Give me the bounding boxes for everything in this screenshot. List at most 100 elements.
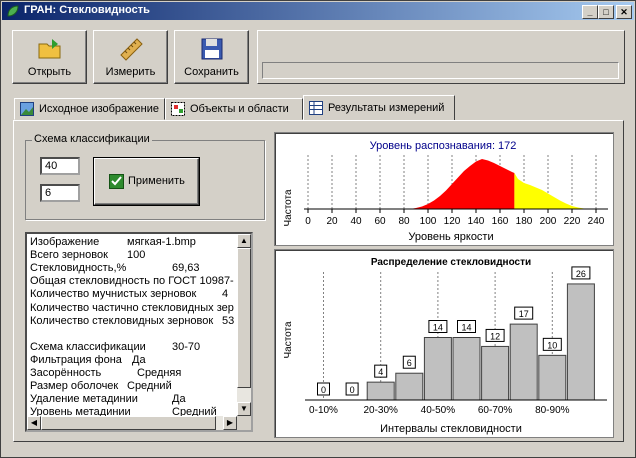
result-value: 100 bbox=[127, 249, 146, 262]
result-key: Размер оболочек bbox=[30, 380, 119, 393]
result-value: Средний bbox=[127, 380, 172, 393]
bar-category-label: 80-90% bbox=[535, 405, 570, 416]
scroll-left-arrow-icon[interactable]: ◀ bbox=[27, 416, 41, 430]
bar-value-label: 0 bbox=[350, 385, 355, 395]
picture-icon bbox=[20, 102, 34, 116]
objects-grid-icon bbox=[171, 102, 185, 116]
bar-category-label: 60-70% bbox=[478, 405, 513, 416]
histogram-tick-label: 80 bbox=[398, 216, 410, 227]
scroll-down-arrow-icon[interactable]: ▼ bbox=[237, 402, 251, 416]
result-key: Удаление метадинии bbox=[30, 393, 138, 406]
result-value: Да bbox=[172, 393, 186, 406]
bar-value-label: 14 bbox=[433, 323, 443, 333]
histogram-tick-label: 180 bbox=[516, 216, 533, 227]
classification-group-title: Схема классификации bbox=[32, 133, 152, 145]
result-value: мягкая-1.bmp bbox=[127, 236, 196, 248]
title-bar[interactable]: ГРАН: Стекловидность _ □ ✕ bbox=[2, 2, 634, 20]
scroll-up-arrow-icon[interactable]: ▲ bbox=[237, 234, 251, 248]
bar-category-label: 20-30% bbox=[363, 405, 398, 416]
bar-value-label: 10 bbox=[547, 340, 557, 350]
histogram-tick-label: 140 bbox=[468, 216, 485, 227]
bar bbox=[452, 337, 481, 401]
app-leaf-icon bbox=[6, 4, 20, 18]
class-field-1[interactable]: 40 bbox=[40, 157, 80, 175]
measure-label: Измерить bbox=[105, 66, 156, 78]
horizontal-scrollbar[interactable]: ◀ ▶ bbox=[27, 416, 237, 430]
bar-value-label: 6 bbox=[407, 358, 412, 368]
result-key: Изображение bbox=[30, 236, 100, 248]
open-folder-icon bbox=[38, 39, 61, 59]
floppy-disk-icon bbox=[201, 38, 223, 60]
tab-objects-regions[interactable]: Объекты и области bbox=[165, 98, 303, 120]
window-title: ГРАН: Стекловидность bbox=[24, 4, 150, 16]
bar-chart-title: Распределение стекловидности bbox=[371, 257, 531, 268]
bar-value-label: 12 bbox=[490, 331, 500, 341]
result-value: 53 bbox=[222, 314, 235, 327]
histogram-tick-label: 160 bbox=[492, 216, 509, 227]
histogram-tick-label: 60 bbox=[374, 216, 386, 227]
histogram-tick-label: 220 bbox=[564, 216, 581, 227]
result-key: Фильтрация фона bbox=[30, 353, 122, 366]
bar-chart-y-axis-label: Частота bbox=[283, 321, 294, 359]
open-label: Открыть bbox=[27, 66, 72, 78]
vitreousness-distribution-panel: Распределение стекловидности Частота Инт… bbox=[274, 249, 614, 438]
bar bbox=[509, 323, 538, 401]
bar-value-label: 4 bbox=[378, 367, 383, 377]
result-key: Количество стекловидных зерновок bbox=[30, 314, 214, 327]
histogram-x-axis-label: Уровень яркости bbox=[408, 231, 493, 243]
bar bbox=[395, 372, 424, 401]
checkmark-icon bbox=[109, 174, 124, 189]
result-value: Средняя bbox=[137, 367, 182, 379]
histogram-above-threshold-area bbox=[514, 173, 584, 209]
open-button[interactable]: Открыть bbox=[12, 30, 87, 84]
result-key: Засорённость bbox=[30, 367, 102, 379]
histogram-tick-label: 40 bbox=[350, 216, 362, 227]
progress-bar bbox=[262, 62, 619, 79]
tab-source-image[interactable]: Исходное изображение bbox=[14, 98, 165, 120]
scroll-thumb-vertical[interactable] bbox=[237, 248, 251, 388]
maximize-button[interactable]: □ bbox=[598, 5, 614, 19]
vertical-scrollbar[interactable]: ▲ ▼ bbox=[237, 234, 251, 416]
scroll-thumb-horizontal[interactable] bbox=[41, 416, 216, 430]
tab-measurement-results-label: Результаты измерений bbox=[328, 102, 445, 114]
bar bbox=[366, 381, 395, 401]
bar-value-label: 0 bbox=[321, 385, 326, 395]
result-value: 69,63 bbox=[172, 262, 200, 275]
histogram-tick-label: 200 bbox=[540, 216, 557, 227]
save-label: Сохранить bbox=[184, 66, 239, 78]
histogram-tick-label: 20 bbox=[326, 216, 338, 227]
tab-measurement-results[interactable]: Результаты измерений bbox=[303, 95, 455, 120]
bar-value-label: 14 bbox=[461, 323, 471, 333]
scroll-right-arrow-icon[interactable]: ▶ bbox=[223, 416, 237, 430]
result-key: Общая стекловидность по ГОСТ 10987- bbox=[30, 275, 234, 288]
histogram-tick-label: 100 bbox=[420, 216, 437, 227]
bar-value-label: 26 bbox=[576, 269, 586, 279]
brightness-histogram: Уровень распознавания: 172 Частота Урове… bbox=[283, 140, 608, 243]
histogram-tick-label: 240 bbox=[588, 216, 605, 227]
histogram-tick-label: 0 bbox=[305, 216, 311, 227]
bar bbox=[538, 354, 567, 401]
class-field-2[interactable]: 6 bbox=[40, 184, 80, 202]
result-key: Стекловидность,% bbox=[30, 262, 127, 275]
measure-button[interactable]: Измерить bbox=[93, 30, 168, 84]
scroll-corner bbox=[237, 416, 251, 430]
minimize-button[interactable]: _ bbox=[582, 5, 598, 19]
histogram-below-threshold-area bbox=[410, 159, 515, 209]
bar-value-label: 17 bbox=[519, 309, 529, 319]
bar-chart-x-axis-label: Интервалы стекловидности bbox=[380, 423, 522, 435]
close-button[interactable]: ✕ bbox=[616, 5, 632, 19]
bar bbox=[423, 337, 452, 401]
tab-objects-regions-label: Объекты и области bbox=[190, 103, 289, 115]
result-value: 4 bbox=[222, 288, 229, 301]
result-key: Схема классификации bbox=[30, 340, 146, 353]
bar bbox=[481, 345, 510, 401]
ruler-icon bbox=[120, 38, 143, 61]
result-key: Всего зерновок bbox=[30, 249, 108, 262]
histogram-title: Уровень распознавания: 172 bbox=[370, 140, 517, 152]
histogram-tick-label: 120 bbox=[444, 216, 461, 227]
apply-label: Применить bbox=[128, 175, 185, 187]
vitreousness-bar-chart: Распределение стекловидности Частота Инт… bbox=[283, 257, 607, 435]
results-textbox[interactable]: Изображение мягкая-1.bmp Всего зерновок 100… bbox=[25, 232, 253, 432]
save-button[interactable]: Сохранить bbox=[174, 30, 249, 84]
apply-button[interactable]: Применить bbox=[94, 158, 199, 205]
